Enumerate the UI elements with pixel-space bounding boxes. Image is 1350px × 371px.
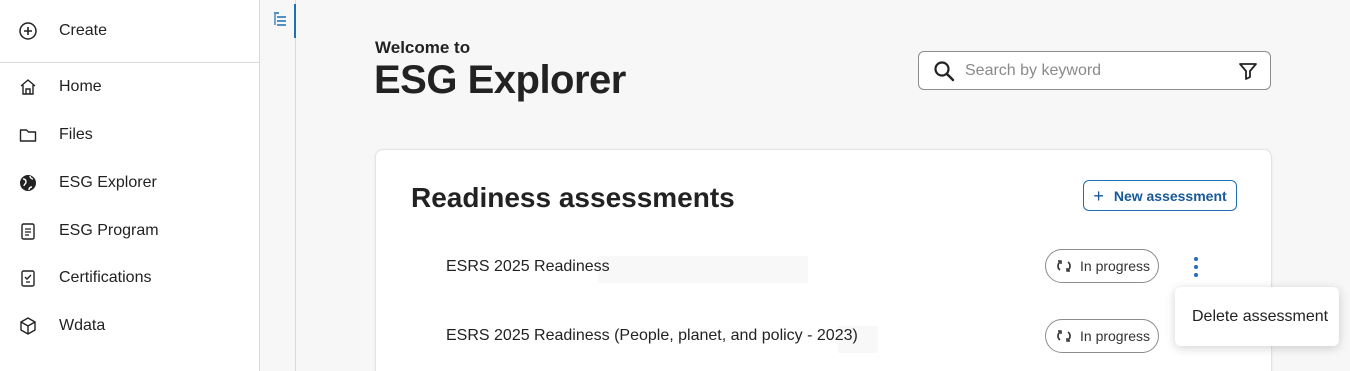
context-menu: Delete assessment — [1175, 287, 1339, 346]
plus-circle-icon — [18, 21, 38, 41]
sidebar-item-home[interactable]: Home — [0, 67, 259, 107]
assessment-name[interactable]: ESRS 2025 Readiness (People, planet, and… — [446, 327, 858, 345]
kebab-dot — [1194, 265, 1198, 269]
status-badge: In progress — [1045, 319, 1159, 353]
clipboard-icon — [18, 221, 38, 241]
sidebar-item-label: Home — [59, 78, 102, 95]
sync-icon — [1056, 328, 1072, 344]
outline-rail — [260, 0, 296, 371]
sidebar-item-create[interactable]: Create — [0, 11, 259, 51]
sidebar-item-esg-program[interactable]: ESG Program — [0, 211, 259, 251]
new-assessment-label: New assessment — [1113, 187, 1227, 204]
sync-icon — [1056, 258, 1072, 274]
sidebar-item-esg-explorer[interactable]: ESG Explorer — [0, 163, 259, 203]
globe-icon — [18, 173, 38, 193]
status-badge: In progress — [1045, 249, 1159, 283]
cube-icon — [18, 316, 38, 336]
welcome-text: Welcome to — [375, 38, 471, 57]
search-input[interactable] — [965, 58, 1225, 84]
sidebar-item-wdata[interactable]: Wdata — [0, 306, 259, 346]
more-options-button[interactable] — [1188, 255, 1204, 279]
plus-icon: + — [1093, 185, 1104, 206]
sidebar-item-label: ESG Explorer — [59, 174, 157, 191]
home-icon — [18, 77, 38, 97]
outline-toggle-icon — [272, 10, 290, 33]
filter-icon[interactable] — [1238, 61, 1258, 81]
kebab-dot — [1194, 257, 1198, 261]
sidebar-item-label: Files — [59, 126, 93, 143]
sidebar-item-label: Certifications — [59, 269, 152, 286]
sidebar-item-label: Wdata — [59, 317, 106, 334]
sidebar-item-label: ESG Program — [59, 222, 159, 239]
status-text: In progress — [1080, 258, 1151, 274]
sidebar-item-certifications[interactable]: Certifications — [0, 258, 259, 298]
sidebar-divider — [0, 62, 259, 63]
outline-toggle-button[interactable] — [266, 4, 296, 38]
status-text: In progress — [1080, 328, 1151, 344]
sidebar: Create Home Files ESG Explorer ESG Progr… — [0, 0, 260, 371]
rail-active-indicator — [294, 4, 296, 38]
certificate-icon — [18, 268, 38, 288]
folder-icon — [18, 125, 38, 145]
assessment-name[interactable]: ESRS 2025 Readiness — [446, 258, 610, 276]
row-link-area[interactable] — [598, 256, 808, 283]
new-assessment-button[interactable]: + New assessment — [1083, 180, 1237, 211]
search-box — [918, 51, 1271, 90]
card-title: Readiness assessments — [411, 182, 735, 213]
delete-assessment-menu-item[interactable]: Delete assessment — [1175, 287, 1339, 346]
search-icon — [933, 60, 955, 82]
sidebar-item-files[interactable]: Files — [0, 115, 259, 155]
readiness-assessments-card: Readiness assessments + New assessment E… — [375, 149, 1272, 371]
page-title: ESG Explorer — [374, 58, 626, 102]
sidebar-item-label: Create — [59, 22, 108, 39]
kebab-dot — [1194, 273, 1198, 277]
